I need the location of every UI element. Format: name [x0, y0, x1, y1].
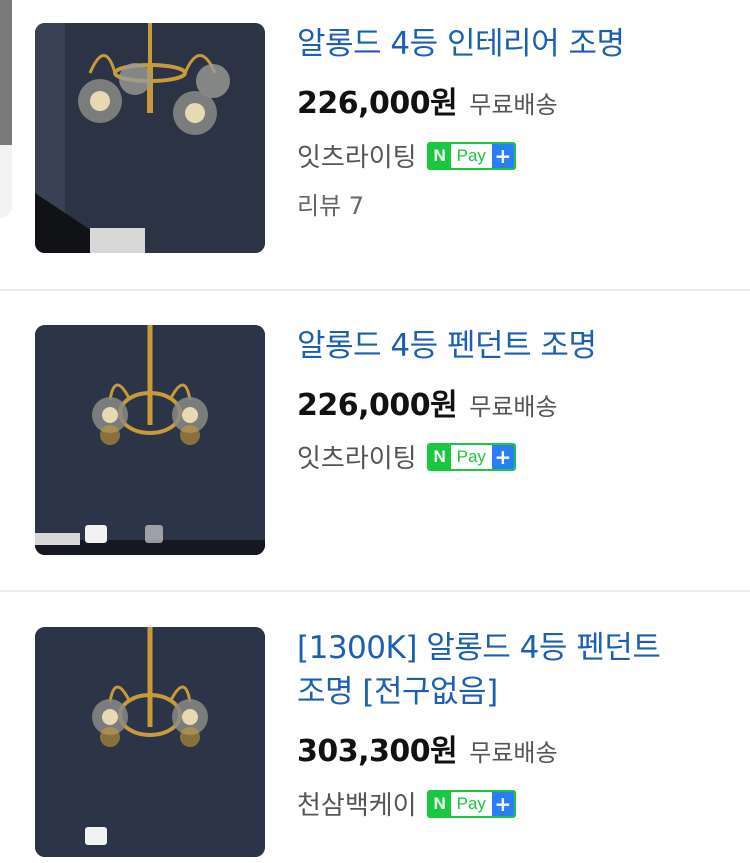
plus-icon: + [491, 444, 514, 469]
naver-pay-badge: N Pay + [426, 442, 516, 471]
product-title[interactable]: 알롱드 4등 인테리어 조명 [297, 22, 717, 66]
product-card[interactable]: 알롱드 4등 인테리어 조명 226,000원 무료배송 잇츠라이팅 N Pay… [0, 0, 750, 290]
product-price: 226,000원 [297, 86, 458, 121]
shipping-label: 무료배송 [469, 393, 558, 421]
naver-n-icon: N [428, 444, 451, 469]
chandelier-image [35, 627, 265, 857]
price-row: 303,300원 무료배송 [297, 726, 558, 770]
product-price: 303,300원 [297, 734, 458, 769]
naver-pay-badge: N Pay + [426, 789, 516, 818]
price-row: 226,000원 무료배송 [297, 380, 558, 424]
plus-icon: + [491, 791, 514, 816]
chandelier-image [35, 23, 265, 253]
store-row: 잇츠라이팅 N Pay + [297, 137, 516, 174]
product-title-line: 조명 [전구없음] [297, 674, 498, 710]
price-row: 226,000원 무료배송 [297, 78, 558, 122]
product-price: 226,000원 [297, 388, 458, 423]
chandelier-image [35, 325, 265, 555]
shipping-label: 무료배송 [469, 91, 558, 119]
pay-label: Pay [456, 145, 486, 165]
store-row: 잇츠라이팅 N Pay + [297, 438, 516, 475]
product-thumbnail[interactable] [35, 325, 265, 555]
store-name[interactable]: 잇츠라이팅 [297, 438, 417, 475]
product-title[interactable]: [1300K] 알롱드 4등 펜던트 조명 [전구없음] [297, 626, 717, 714]
product-title-line: [1300K] 알롱드 4등 펜던트 [297, 630, 661, 666]
store-row: 천삼백케이 N Pay + [297, 785, 516, 822]
store-name[interactable]: 잇츠라이팅 [297, 137, 417, 174]
product-thumbnail[interactable] [35, 23, 265, 253]
product-card[interactable]: [1300K] 알롱드 4등 펜던트 조명 [전구없음] 303,300원 무료… [0, 592, 750, 863]
pay-label: Pay [456, 446, 486, 466]
review-count[interactable]: 리뷰 7 [297, 186, 364, 221]
plus-icon: + [491, 143, 514, 168]
product-card[interactable]: 알롱드 4등 펜던트 조명 226,000원 무료배송 잇츠라이팅 N Pay … [0, 291, 750, 591]
naver-n-icon: N [428, 143, 451, 168]
shipping-label: 무료배송 [469, 739, 558, 767]
product-thumbnail[interactable] [35, 627, 265, 857]
naver-n-icon: N [428, 791, 451, 816]
product-title[interactable]: 알롱드 4등 펜던트 조명 [297, 324, 717, 368]
store-name[interactable]: 천삼백케이 [297, 785, 417, 822]
pay-label: Pay [456, 793, 486, 813]
naver-pay-badge: N Pay + [426, 141, 516, 170]
